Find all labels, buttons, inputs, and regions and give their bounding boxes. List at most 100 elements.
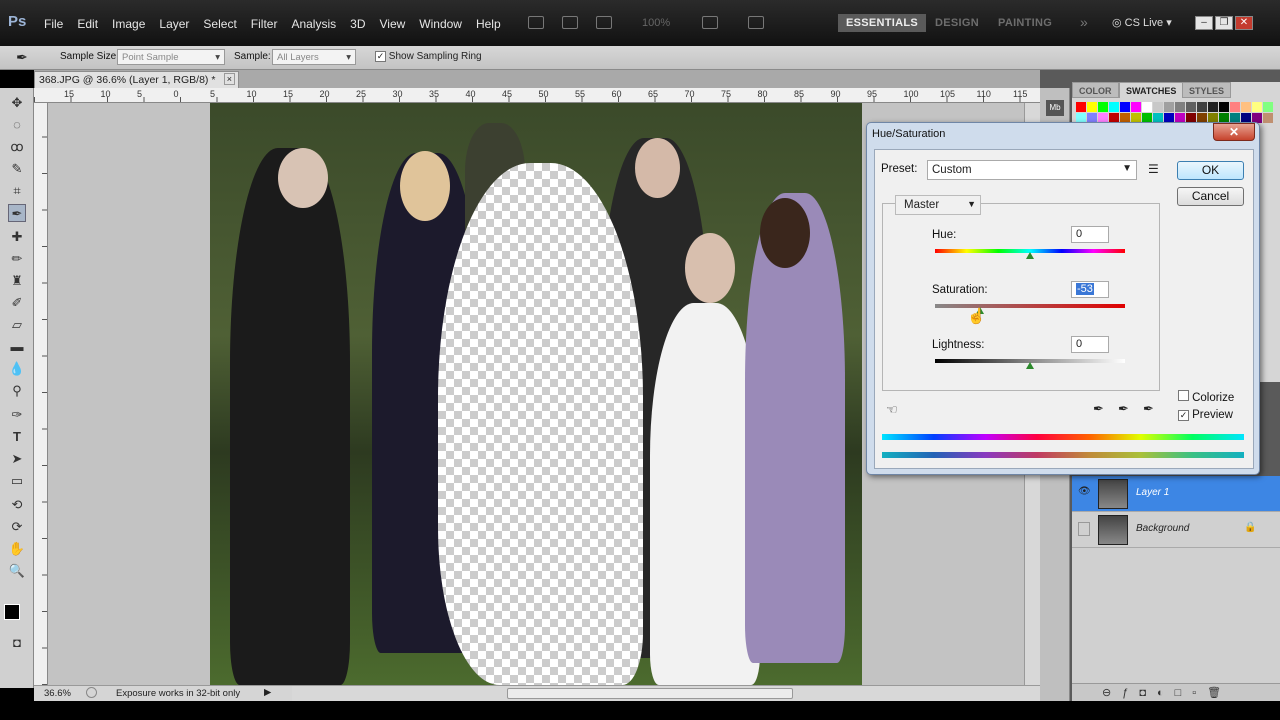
clone-stamp-tool-icon[interactable]: ♜ <box>8 272 26 290</box>
zoom-tool-icon[interactable]: 🔍 <box>8 562 26 580</box>
eyedropper-tool-icon[interactable]: ✒ <box>16 49 28 66</box>
horizontal-scrollbar[interactable] <box>292 685 1040 701</box>
lightness-input[interactable]: 0 <box>1071 336 1109 353</box>
menu-item-edit[interactable]: Edit <box>77 17 98 31</box>
eraser-tool-icon[interactable]: ▱ <box>8 316 26 334</box>
restore-button[interactable]: ❐ <box>1215 16 1233 30</box>
workspace-painting[interactable]: PAINTING <box>990 14 1060 32</box>
swatch[interactable] <box>1197 102 1207 112</box>
3d-rotate-tool-icon[interactable]: ⟲ <box>8 496 26 514</box>
move-tool-icon[interactable]: ✥ <box>8 94 26 112</box>
menu-item-3d[interactable]: 3D <box>350 17 365 31</box>
menu-item-analysis[interactable]: Analysis <box>291 17 336 31</box>
minimize-button[interactable]: – <box>1195 16 1213 30</box>
swatch[interactable] <box>1076 102 1086 112</box>
crop-tool-icon[interactable]: ⌗ <box>8 182 26 200</box>
menu-item-layer[interactable]: Layer <box>159 17 189 31</box>
channel-select[interactable]: Master ▼ <box>895 195 981 215</box>
status-options-icon[interactable] <box>86 687 97 698</box>
saturation-input[interactable]: -53 <box>1071 281 1109 298</box>
eyedropper-plus-icon[interactable]: ✒ <box>1118 401 1129 417</box>
layer-row-layer-1[interactable]: 👁 Layer 1 <box>1072 476 1280 512</box>
swatch[interactable] <box>1164 102 1174 112</box>
brush-tool-icon[interactable]: ✏ <box>8 250 26 268</box>
workspace-more-icon[interactable]: » <box>1080 14 1088 30</box>
guides-icon[interactable] <box>596 16 612 29</box>
colorize-checkbox[interactable]: Colorize <box>1178 390 1234 404</box>
pen-tool-icon[interactable]: ✑ <box>8 406 26 424</box>
swatch[interactable] <box>1219 102 1229 112</box>
hue-slider-thumb[interactable] <box>1026 252 1034 259</box>
cs-live-button[interactable]: ◎ CS Live ▾ <box>1112 16 1172 29</box>
lasso-tool-icon[interactable]: ꝏ <box>8 138 26 156</box>
bridge-icon[interactable] <box>528 16 544 29</box>
hue-slider[interactable] <box>935 249 1125 259</box>
layer-actions-icons[interactable]: ⊖ƒ◘◐□▫🗑 <box>1102 686 1232 699</box>
tab-color[interactable]: COLOR <box>1072 82 1119 98</box>
3d-orbit-tool-icon[interactable]: ⟳ <box>8 518 26 536</box>
lightness-slider[interactable] <box>935 359 1125 369</box>
swatch[interactable] <box>1186 102 1196 112</box>
sample-size-select[interactable]: Point Sample ▾ <box>117 49 225 65</box>
arrange-documents-icon[interactable] <box>702 16 718 29</box>
close-window-button[interactable]: ✕ <box>1235 16 1253 30</box>
status-menu-arrow-icon[interactable]: ▶ <box>264 687 271 698</box>
menu-item-image[interactable]: Image <box>112 17 145 31</box>
swatch[interactable] <box>1263 113 1273 123</box>
saturation-slider[interactable] <box>935 304 1125 314</box>
healing-brush-tool-icon[interactable]: ✚ <box>8 228 26 246</box>
show-sampling-ring-checkbox[interactable]: ✓ Show Sampling Ring <box>375 51 482 62</box>
swatch[interactable] <box>1142 102 1152 112</box>
marquee-tool-icon[interactable]: ◌ <box>8 116 26 134</box>
colorize-checkbox-box[interactable] <box>1178 390 1189 401</box>
photo-layer[interactable] <box>210 103 862 685</box>
status-zoom[interactable]: 36.6% <box>44 688 71 699</box>
menu-item-filter[interactable]: Filter <box>251 17 278 31</box>
eyedropper-tool-icon[interactable]: ✒ <box>8 204 26 222</box>
dodge-tool-icon[interactable]: ⚲ <box>8 382 26 400</box>
tab-styles[interactable]: STYLES <box>1182 82 1232 98</box>
swatch[interactable] <box>1109 102 1119 112</box>
preset-select[interactable]: Custom ▼ <box>927 160 1137 180</box>
tab-swatches[interactable]: SWATCHES <box>1119 82 1184 98</box>
foreground-color-swatch[interactable] <box>4 604 20 620</box>
dialog-close-button[interactable]: ✕ <box>1213 123 1255 141</box>
swatch[interactable] <box>1120 102 1130 112</box>
sample-select[interactable]: All Layers ▾ <box>272 49 356 65</box>
menu-item-file[interactable]: File <box>44 17 63 31</box>
workspace-essentials[interactable]: ESSENTIALS <box>838 14 927 32</box>
visibility-toggle[interactable] <box>1078 522 1090 536</box>
swatch[interactable] <box>1153 102 1163 112</box>
preset-options-icon[interactable]: ☰ <box>1148 162 1159 176</box>
swatch[interactable] <box>1175 102 1185 112</box>
swatch[interactable] <box>1098 102 1108 112</box>
ok-button[interactable]: OK <box>1177 161 1244 180</box>
menu-item-select[interactable]: Select <box>203 17 236 31</box>
hue-input[interactable]: 0 <box>1071 226 1109 243</box>
zoom-level-box[interactable]: 100% <box>642 17 670 29</box>
type-tool-icon[interactable]: T <box>8 428 26 446</box>
cancel-button[interactable]: Cancel <box>1177 187 1244 206</box>
preview-checkbox-box[interactable]: ✓ <box>1178 410 1189 421</box>
on-image-adjust-icon[interactable]: ☜ <box>886 402 898 418</box>
swatch[interactable] <box>1087 102 1097 112</box>
eyedropper-icon[interactable]: ✒ <box>1093 401 1104 417</box>
eyedropper-minus-icon[interactable]: ✒ <box>1143 401 1154 417</box>
horizontal-scroll-thumb[interactable] <box>507 688 793 699</box>
menu-item-view[interactable]: View <box>379 17 405 31</box>
eye-icon[interactable]: 👁 <box>1078 486 1091 497</box>
hand-tool-icon[interactable]: ✋ <box>8 540 26 558</box>
blur-tool-icon[interactable]: 💧 <box>8 360 26 378</box>
swatch[interactable] <box>1208 102 1218 112</box>
mini-bridge-panel-icon[interactable]: Mb <box>1046 100 1064 116</box>
mini-bridge-icon[interactable] <box>562 16 578 29</box>
swatch[interactable] <box>1241 102 1251 112</box>
checkbox-box[interactable]: ✓ <box>375 51 386 62</box>
shape-tool-icon[interactable]: ▭ <box>8 472 26 490</box>
document-tab[interactable]: 368.JPG @ 36.6% (Layer 1, RGB/8) * × <box>34 71 239 88</box>
swatch[interactable] <box>1230 102 1240 112</box>
gradient-tool-icon[interactable]: ▬ <box>8 338 26 356</box>
menu-item-help[interactable]: Help <box>476 17 501 31</box>
quick-select-tool-icon[interactable]: ✎ <box>8 160 26 178</box>
preview-checkbox[interactable]: ✓ Preview <box>1178 409 1233 421</box>
